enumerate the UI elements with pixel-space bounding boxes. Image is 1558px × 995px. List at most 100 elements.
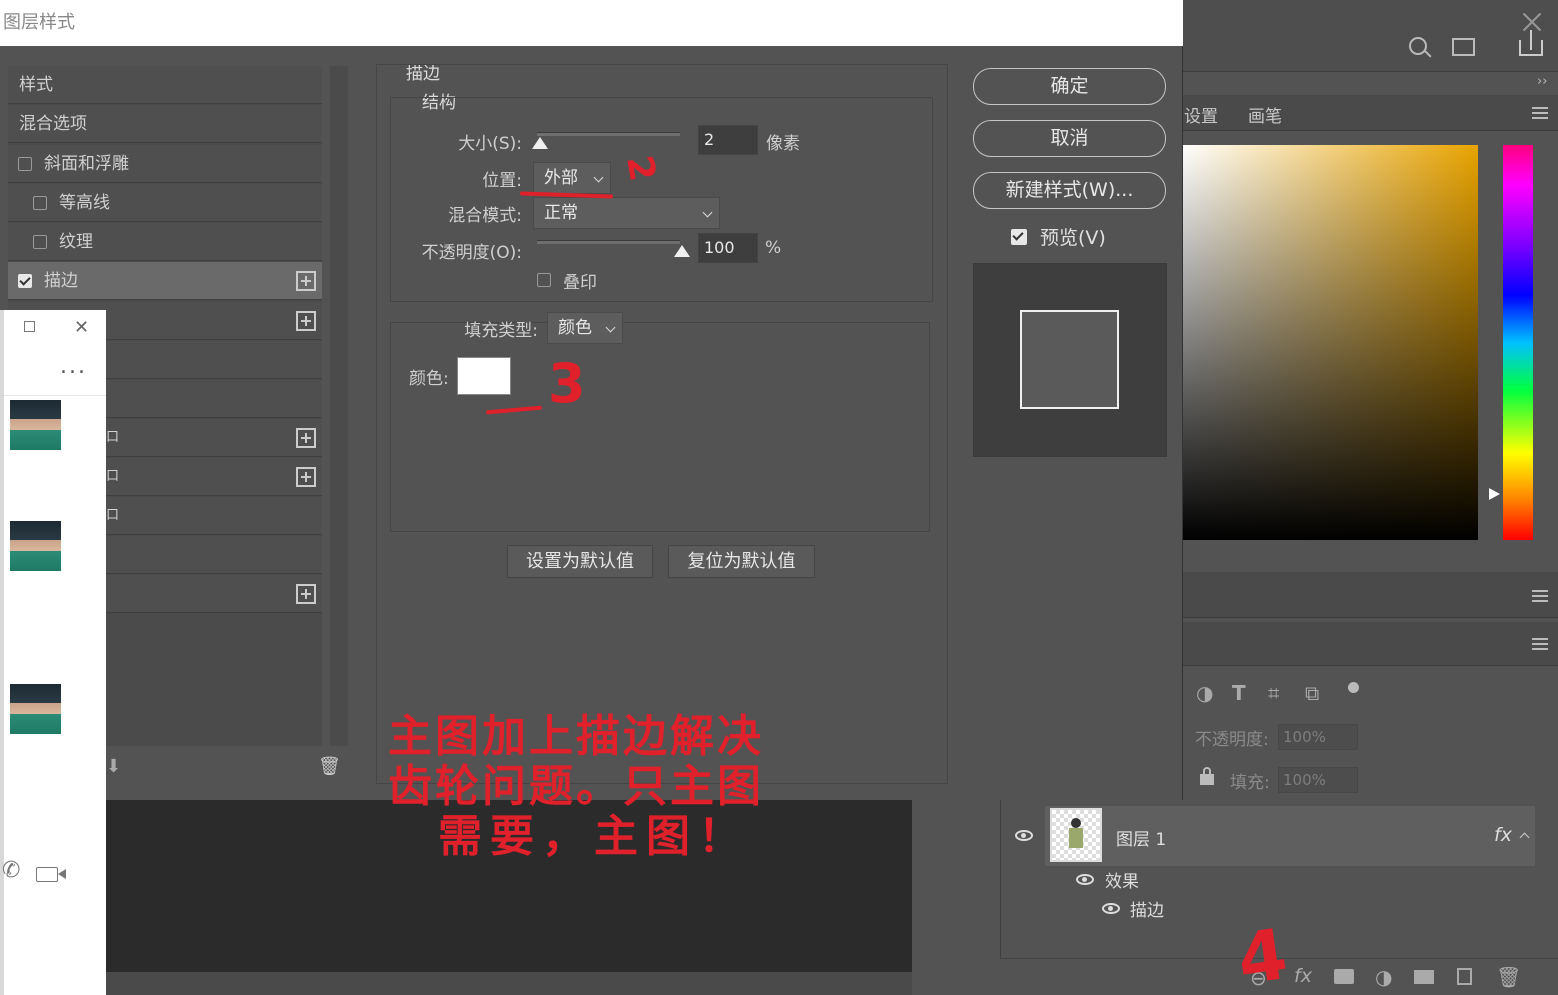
style-item-bevel-emboss[interactable]: 斜面和浮雕: [8, 145, 322, 183]
avatar[interactable]: [10, 684, 61, 734]
reset-default-button[interactable]: 复位为默认值: [668, 545, 815, 578]
new-group-folder-icon[interactable]: [1414, 970, 1434, 984]
style-item-stroke[interactable]: 描边: [8, 262, 322, 300]
add-color-overlay-plus-icon[interactable]: [296, 428, 316, 448]
add-drop-shadow-plus-icon[interactable]: [296, 584, 316, 604]
style-item-label: 斜面和浮雕: [44, 154, 129, 174]
blend-mode-select[interactable]: 正常: [533, 197, 720, 229]
chat-close-icon[interactable]: ✕: [74, 317, 89, 338]
workspace-icon[interactable]: [1452, 38, 1475, 56]
type-filter-icon[interactable]: T: [1232, 681, 1246, 705]
more-options-icon[interactable]: ...: [60, 356, 87, 378]
dialog-title: 图层样式: [0, 0, 1183, 46]
chevron-down-icon: [605, 322, 616, 333]
cancel-button[interactable]: 取消: [973, 120, 1166, 157]
fill-type-select[interactable]: 颜色: [547, 312, 623, 344]
new-layer-icon[interactable]: [1457, 968, 1472, 985]
contour-checkbox[interactable]: [33, 196, 47, 210]
canvas-scroll-area: [106, 972, 912, 995]
style-item-texture[interactable]: 纹理: [8, 223, 322, 261]
style-item-blending-options[interactable]: 混合选项: [8, 105, 322, 143]
size-slider-track[interactable]: [537, 132, 680, 136]
phone-icon[interactable]: ✆: [2, 858, 20, 883]
opacity-slider-thumb[interactable]: [674, 245, 690, 257]
fx-down-arrow-icon[interactable]: ⬇: [106, 756, 121, 777]
avatar[interactable]: [10, 521, 61, 571]
preview-checkbox[interactable]: [1011, 229, 1027, 245]
layer-fill-field[interactable]: 100%: [1278, 767, 1358, 793]
layer-thumbnail-figure: [1071, 818, 1081, 828]
add-inner-shadow-plus-icon[interactable]: [296, 311, 316, 331]
top-toolbar: [1183, 0, 1558, 72]
style-item-contour[interactable]: 等高线: [8, 184, 322, 222]
color-picker-field[interactable]: [1183, 145, 1478, 540]
blend-mode-label: 混合模式:: [448, 206, 522, 226]
set-default-button[interactable]: 设置为默认值: [507, 545, 653, 578]
video-call-icon[interactable]: [36, 867, 58, 882]
ok-button[interactable]: 确定: [973, 68, 1166, 105]
annotation-number-3: 3: [548, 352, 586, 415]
stroke-color-swatch[interactable]: [457, 357, 511, 395]
add-layer-style-fx-icon[interactable]: fx: [1294, 965, 1312, 987]
panel-menu-icon[interactable]: [1532, 107, 1548, 119]
tab-settings[interactable]: 设置: [1184, 102, 1218, 127]
close-icon[interactable]: [1522, 12, 1542, 32]
stroke-effect-visibility-eye-icon[interactable]: [1102, 903, 1120, 914]
new-adjustment-layer-icon[interactable]: ◑: [1375, 965, 1392, 989]
fill-type-select-value: 颜色: [558, 318, 592, 338]
stroke-effect-label[interactable]: 描边: [1130, 896, 1164, 921]
tab-brush[interactable]: 画笔: [1248, 102, 1282, 127]
add-gradient-overlay-plus-icon[interactable]: [296, 467, 316, 487]
delete-layer-icon[interactable]: 🗑: [1496, 965, 1521, 989]
style-item-label: 描边: [44, 271, 78, 291]
layer-thumbnail[interactable]: [1050, 808, 1102, 862]
adjustment-filter-icon[interactable]: ◑: [1196, 681, 1213, 705]
color-label: 颜色:: [409, 369, 449, 389]
panel-menu-icon-3[interactable]: [1532, 638, 1548, 650]
style-item-label: 混合选项: [19, 114, 87, 134]
panel-menu-icon-2[interactable]: [1532, 590, 1548, 602]
bevel-emboss-checkbox[interactable]: [18, 157, 32, 171]
chat-window-edge: [0, 310, 4, 995]
chevron-down-icon: [593, 172, 604, 183]
size-slider-thumb[interactable]: [532, 137, 548, 149]
stroke-checkbox[interactable]: [18, 274, 32, 288]
layer-fx-badge[interactable]: fx: [1494, 824, 1512, 846]
overprint-checkbox[interactable]: [537, 273, 551, 287]
annotation-note-line3: 需要，主图！: [438, 811, 750, 862]
lock-icon-shackle: [1203, 767, 1211, 776]
new-style-button[interactable]: 新建样式(W)...: [973, 172, 1166, 209]
opacity-slider-track[interactable]: [537, 240, 680, 244]
layer-opacity-field[interactable]: 100%: [1278, 724, 1358, 750]
texture-checkbox[interactable]: [33, 235, 47, 249]
layer-opacity-label: 不透明度:: [1195, 730, 1269, 750]
hue-pointer[interactable]: [1489, 488, 1500, 500]
shape-filter-icon[interactable]: ⌗: [1268, 681, 1279, 705]
effects-label[interactable]: 效果: [1105, 867, 1139, 892]
share-icon-arrow: [1530, 30, 1532, 50]
chat-window-overlay: ✕ ... ✆: [0, 310, 106, 995]
style-list-scrollbar[interactable]: [330, 66, 348, 746]
style-item-label: 等高线: [59, 193, 110, 213]
opacity-input[interactable]: 100: [698, 233, 758, 263]
preview-swatch: [1020, 310, 1119, 409]
position-select[interactable]: 外部: [533, 162, 611, 194]
effects-visibility-eye-icon[interactable]: [1076, 874, 1094, 885]
layer-name[interactable]: 图层 1: [1116, 825, 1166, 850]
fill-group: [390, 322, 930, 532]
avatar[interactable]: [10, 400, 61, 450]
add-stroke-plus-icon[interactable]: [296, 271, 316, 291]
opacity-label: 不透明度(O):: [421, 243, 522, 263]
maximize-icon[interactable]: [24, 321, 35, 332]
style-item-styles[interactable]: 样式: [8, 66, 322, 104]
size-input[interactable]: 2: [698, 125, 758, 155]
hue-slider[interactable]: [1503, 145, 1533, 540]
blend-mode-select-value: 正常: [544, 203, 578, 223]
filter-toggle-icon[interactable]: [1348, 682, 1359, 693]
add-mask-icon[interactable]: [1334, 969, 1354, 984]
size-unit: 像素: [766, 134, 800, 154]
delete-effect-trash-icon[interactable]: 🗑: [318, 756, 341, 777]
layer-visibility-eye-icon[interactable]: [1015, 830, 1033, 841]
smart-object-filter-icon[interactable]: ⧉: [1305, 681, 1319, 705]
expand-panels-icon[interactable]: ››: [1537, 74, 1547, 89]
